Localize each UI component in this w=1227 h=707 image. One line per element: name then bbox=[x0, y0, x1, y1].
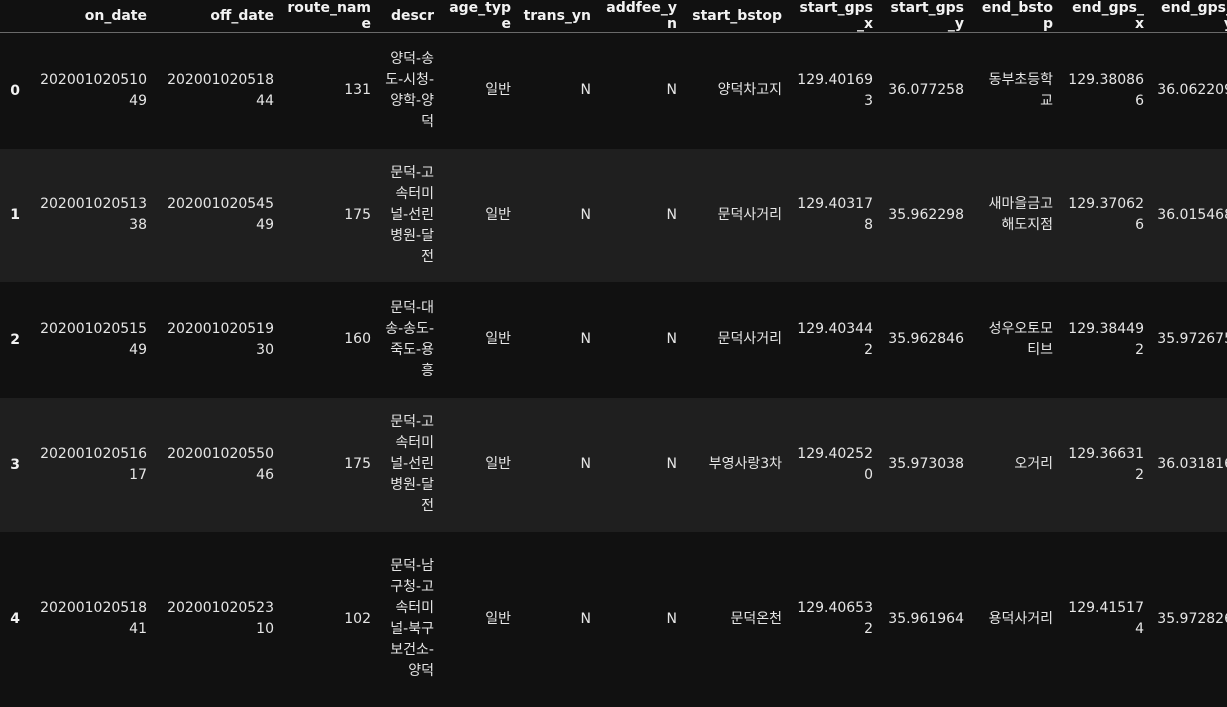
cell-off-date: 20200102051844 bbox=[167, 71, 274, 109]
cell-end-bstop: 동부초등학교 bbox=[988, 71, 1053, 109]
cell-trans-yn: N bbox=[580, 206, 591, 223]
column-header-off-date: off_date bbox=[153, 0, 280, 33]
row-index: 2 bbox=[10, 331, 20, 348]
cell-on-date: 20200102051049 bbox=[40, 71, 147, 109]
cell-addfee-yn: N bbox=[666, 82, 677, 99]
cell-route-name: 175 bbox=[344, 456, 371, 472]
cell-off-date: 20200102054549 bbox=[167, 196, 274, 233]
cell-addfee-yn: N bbox=[666, 610, 677, 627]
cell-age-type: 일반 bbox=[485, 206, 511, 223]
column-header-on-date: on_date bbox=[26, 0, 153, 33]
column-header-route-name: route_name bbox=[280, 0, 377, 33]
cell-start-gps-x: 129.403442 bbox=[797, 320, 873, 358]
cell-addfee-yn: N bbox=[666, 456, 677, 472]
cell-addfee-yn: N bbox=[666, 331, 677, 347]
cell-on-date: 20200102051841 bbox=[40, 600, 147, 637]
cell-end-gps-y: 35.972675 bbox=[1157, 331, 1227, 347]
cell-end-gps-x: 129.380866 bbox=[1068, 71, 1144, 109]
column-header-descr: descr bbox=[377, 0, 440, 33]
cell-end-gps-x: 129.370626 bbox=[1068, 196, 1144, 233]
cell-start-gps-y: 35.961964 bbox=[888, 610, 964, 627]
cell-start-bstop: 양덕차고지 bbox=[717, 82, 782, 99]
cell-off-date: 20200102055046 bbox=[167, 445, 274, 483]
table-row: 1 20200102051338 20200102054549 175 문덕-고… bbox=[0, 148, 1227, 282]
cell-end-gps-y: 36.015468 bbox=[1157, 206, 1227, 223]
cell-age-type: 일반 bbox=[485, 610, 511, 627]
column-header-trans-yn: trans_yn bbox=[517, 0, 597, 33]
cell-end-gps-y: 35.972826 bbox=[1157, 610, 1227, 627]
column-header-end-gps-x: end_gps_x bbox=[1059, 0, 1150, 33]
cell-end-gps-x: 129.384492 bbox=[1068, 320, 1144, 358]
column-header-start-gps-x: start_gps_x bbox=[788, 0, 879, 33]
cell-end-gps-x: 129.366312 bbox=[1068, 445, 1144, 483]
cell-descr: 양덕-송도-시청-양학-양덕 bbox=[385, 50, 434, 130]
cell-descr: 문덕-고속터미널-선린병원-달전 bbox=[390, 164, 434, 265]
cell-off-date: 20200102052310 bbox=[167, 600, 274, 637]
cell-age-type: 일반 bbox=[485, 456, 511, 472]
cell-trans-yn: N bbox=[580, 456, 591, 472]
cell-start-gps-y: 35.962846 bbox=[888, 331, 964, 347]
table-row: 4 20200102051841 20200102052310 102 문덕-남… bbox=[0, 531, 1227, 707]
cell-on-date: 20200102051549 bbox=[40, 320, 147, 358]
cell-route-name: 102 bbox=[344, 610, 371, 627]
cell-start-gps-y: 35.973038 bbox=[888, 456, 964, 472]
cell-descr: 문덕-남구청-고속터미널-북구보건소-양덕 bbox=[390, 558, 434, 679]
cell-end-gps-y: 36.062209 bbox=[1157, 82, 1227, 99]
cell-end-bstop: 성우오토모티브 bbox=[988, 320, 1053, 358]
column-header-start-bstop: start_bstop bbox=[683, 0, 788, 33]
cell-addfee-yn: N bbox=[666, 206, 677, 223]
cell-start-gps-y: 36.077258 bbox=[888, 82, 964, 99]
cell-start-bstop: 문덕온천 bbox=[730, 610, 782, 627]
table-row: 0 20200102051049 20200102051844 131 양덕-송… bbox=[0, 32, 1227, 149]
table-body: 0 20200102051049 20200102051844 131 양덕-송… bbox=[0, 32, 1227, 707]
cell-age-type: 일반 bbox=[485, 331, 511, 347]
cell-end-gps-y: 36.031816 bbox=[1157, 456, 1227, 472]
row-index: 1 bbox=[10, 207, 20, 223]
cell-end-bstop: 새마을금고해도지점 bbox=[988, 196, 1053, 233]
cell-start-gps-x: 129.406532 bbox=[797, 600, 873, 637]
cell-start-gps-x: 129.403178 bbox=[797, 196, 873, 233]
cell-route-name: 175 bbox=[344, 206, 371, 223]
cell-route-name: 160 bbox=[344, 331, 371, 347]
cell-start-gps-y: 35.962298 bbox=[888, 206, 964, 223]
cell-descr: 문덕-대송-송도-죽도-용흥 bbox=[385, 299, 434, 379]
cell-start-gps-x: 129.402520 bbox=[797, 445, 873, 483]
cell-trans-yn: N bbox=[580, 82, 591, 99]
cell-route-name: 131 bbox=[344, 82, 371, 99]
cell-on-date: 20200102051338 bbox=[40, 196, 147, 233]
row-index: 0 bbox=[10, 82, 20, 99]
cell-start-bstop: 문덕사거리 bbox=[717, 331, 782, 347]
dataframe-output: on_date off_date route_name descr age_ty… bbox=[0, 0, 1227, 707]
cell-start-bstop: 문덕사거리 bbox=[717, 206, 782, 223]
table-row: 3 20200102051617 20200102055046 175 문덕-고… bbox=[0, 397, 1227, 532]
cell-off-date: 20200102051930 bbox=[167, 320, 274, 358]
column-header-end-bstop: end_bstop bbox=[970, 0, 1059, 33]
index-header bbox=[0, 0, 26, 33]
dataframe-table: on_date off_date route_name descr age_ty… bbox=[0, 0, 1227, 707]
cell-end-bstop: 오거리 bbox=[1014, 456, 1053, 472]
cell-start-bstop: 부영사랑3차 bbox=[708, 456, 782, 472]
row-index: 4 bbox=[10, 611, 20, 627]
cell-descr: 문덕-고속터미널-선린병원-달전 bbox=[390, 414, 434, 514]
column-header-age-type: age_type bbox=[440, 0, 517, 33]
cell-start-gps-x: 129.401693 bbox=[797, 71, 873, 109]
header-row: on_date off_date route_name descr age_ty… bbox=[0, 0, 1227, 33]
row-index: 3 bbox=[10, 456, 20, 473]
cell-end-bstop: 용덕사거리 bbox=[988, 610, 1053, 627]
cell-on-date: 20200102051617 bbox=[40, 445, 147, 483]
cell-end-gps-x: 129.415174 bbox=[1068, 600, 1144, 637]
column-header-addfee-yn: addfee_yn bbox=[597, 0, 683, 33]
column-header-end-gps-y: end_gps_y bbox=[1150, 0, 1227, 33]
column-header-start-gps-y: start_gps_y bbox=[879, 0, 970, 33]
cell-trans-yn: N bbox=[580, 610, 591, 627]
cell-trans-yn: N bbox=[580, 331, 591, 347]
table-header: on_date off_date route_name descr age_ty… bbox=[0, 0, 1227, 33]
table-row: 2 20200102051549 20200102051930 160 문덕-대… bbox=[0, 281, 1227, 398]
cell-age-type: 일반 bbox=[485, 82, 511, 99]
